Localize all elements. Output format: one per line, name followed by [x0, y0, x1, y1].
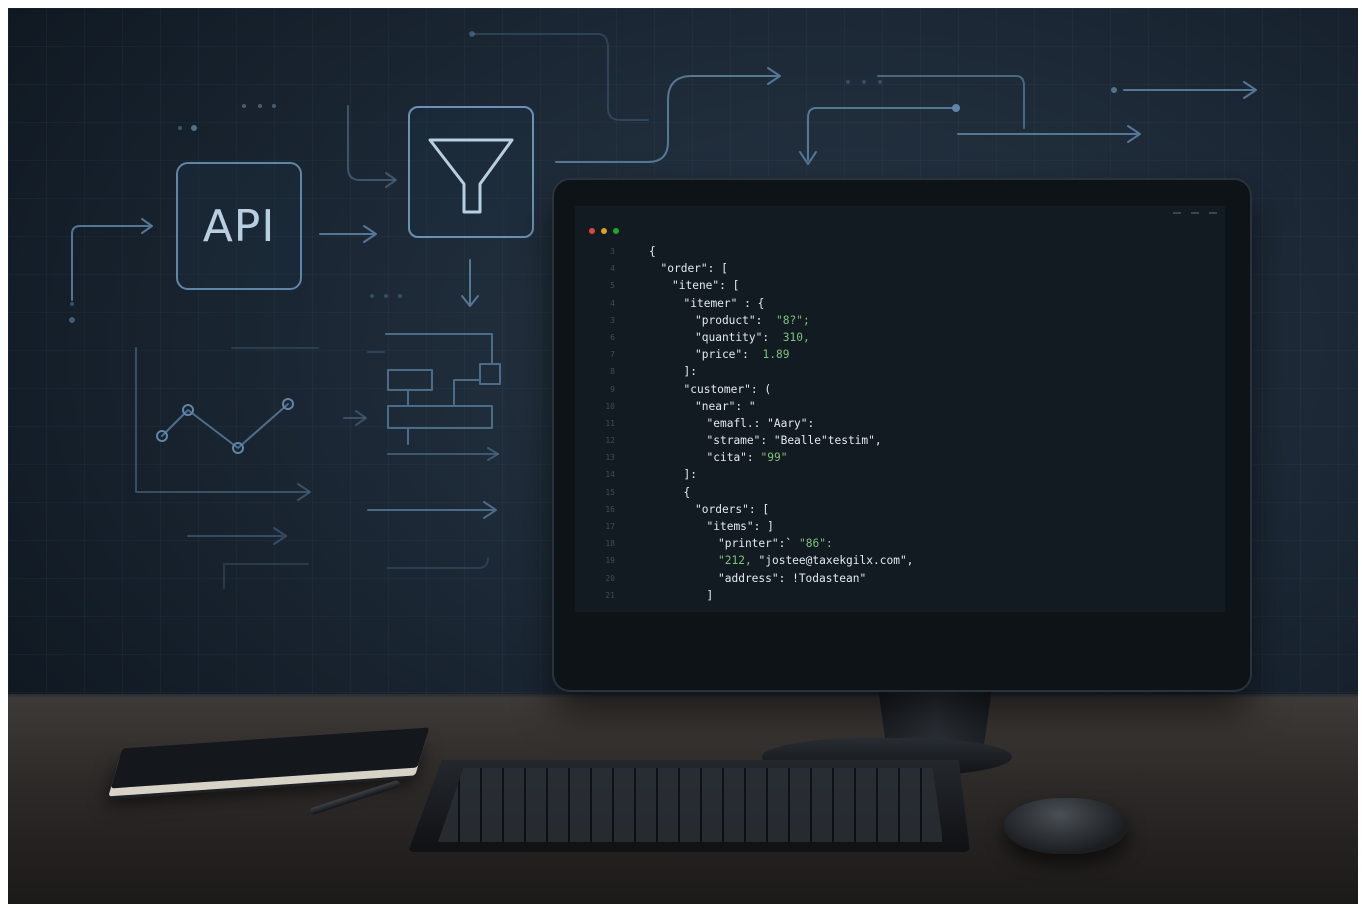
line-chart	[161, 403, 289, 449]
json-token: {	[649, 245, 656, 258]
json-token: "order": [	[660, 262, 728, 276]
json-token: "price":	[695, 348, 763, 362]
json-token: "strame": "Bealle"testim",	[706, 434, 882, 448]
code-line: {	[575, 484, 1225, 501]
code-line: {	[575, 243, 1225, 260]
win-btn[interactable]	[1209, 212, 1217, 214]
json-token: "near": "	[695, 399, 756, 413]
api-box: API	[176, 162, 302, 290]
json-token: "emafl.: "Aary":	[706, 416, 815, 430]
json-token: ]:	[683, 468, 697, 482]
code-editor[interactable]: { "order": [ "itene": [ "itemer" : { "produc…	[575, 243, 1225, 604]
code-line: "printer":` "86":	[575, 535, 1225, 552]
window-buttons	[1173, 212, 1217, 214]
funnel-box	[408, 106, 534, 238]
json-token: "items": ]	[706, 520, 774, 533]
code-line: ]:	[575, 466, 1225, 483]
entry-arrow	[71, 225, 151, 301]
json-value: "99"	[760, 451, 788, 465]
code-line: "orders": [	[575, 501, 1225, 518]
json-token: "address": !Todastean"	[718, 571, 867, 585]
maximize-dot[interactable]	[613, 228, 619, 234]
block-diagram	[367, 333, 501, 519]
code-line: "quantity": 310,	[575, 329, 1225, 346]
code-line: "address": !Todastean"	[575, 570, 1225, 587]
mouse	[1004, 798, 1128, 854]
json-value: 310,	[782, 330, 810, 344]
code-line: ]:	[575, 363, 1225, 380]
json-token: "cita":	[706, 451, 761, 465]
funnel-icon	[428, 138, 514, 214]
code-line: "price": 1.89	[575, 346, 1225, 363]
json-value: "86":	[799, 537, 833, 551]
json-token: "orders": [	[695, 502, 770, 516]
api-label: API	[202, 200, 276, 252]
code-line: "212, "jostee@taxekgilx.com",	[575, 552, 1225, 569]
funnel-out-arrow	[555, 75, 779, 163]
window-controls	[589, 228, 619, 234]
return-arrow	[807, 107, 957, 161]
close-dot[interactable]	[589, 228, 595, 234]
json-token: ]	[706, 588, 714, 602]
monitor-screen: 3 4 5 4 3 6 7 8 9 10 11 12 13 14 15 16 17 18 19 20 21 {"orde…	[575, 206, 1225, 612]
json-token: "quantity":	[695, 330, 783, 344]
json-token: "product":	[695, 313, 776, 327]
code-line: ]	[575, 587, 1225, 604]
scene: API 3 4 5 4 3 6 7 8 9 10 11 12 13 14 15 16 17 18 19 20 21 {"…	[8, 8, 1358, 904]
json-token: {	[683, 485, 691, 499]
code-line: "cita": "99"	[575, 449, 1225, 466]
win-btn[interactable]	[1191, 212, 1199, 214]
json-token: "itemer" : {	[683, 296, 765, 310]
json-value: "8?";	[776, 313, 810, 327]
minimize-dot[interactable]	[601, 228, 607, 234]
json-value: "212,	[718, 554, 759, 568]
json-token: ]:	[683, 365, 697, 379]
code-line: "order": [	[575, 260, 1225, 277]
top-incoming-arrow	[347, 105, 395, 181]
json-value: 1.89	[762, 348, 790, 362]
code-line: "items": ]	[575, 518, 1225, 535]
json-token: "printer":`	[718, 537, 799, 551]
json-token: "itene": [	[672, 279, 740, 293]
code-line: "product": "8?";	[575, 312, 1225, 329]
keyboard-keys	[438, 768, 943, 842]
win-btn[interactable]	[1173, 212, 1181, 214]
json-token: "customer": (	[683, 382, 772, 396]
code-line: "itene": [	[575, 277, 1225, 294]
code-line: "itemer" : {	[575, 295, 1225, 312]
code-line: "near": "	[575, 398, 1225, 415]
code-line: "emafl.: "Aary":	[575, 415, 1225, 432]
code-line: "customer": (	[575, 381, 1225, 398]
json-token: "jostee@taxekgilx.com",	[758, 554, 914, 568]
code-line: "strame": "Bealle"testim",	[575, 432, 1225, 449]
